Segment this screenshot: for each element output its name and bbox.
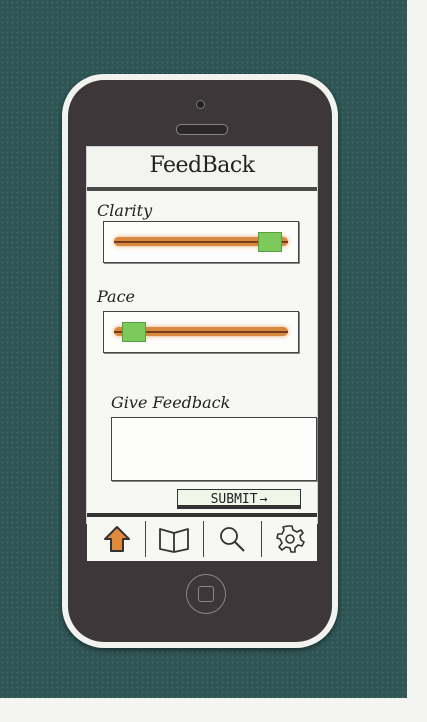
pace-label: Pace: [97, 287, 136, 306]
submit-button[interactable]: SUBMIT →: [177, 489, 301, 509]
home-icon: [104, 526, 130, 552]
phone-screen: FeedBack Clarity Pace Give Feedback SUBM…: [86, 146, 318, 561]
home-button-square: [198, 586, 214, 602]
title-bar: FeedBack: [87, 147, 317, 191]
pace-slider[interactable]: [103, 311, 299, 353]
clarity-slider[interactable]: [103, 221, 299, 263]
home-button[interactable]: [186, 574, 226, 614]
tab-bar: [87, 513, 317, 561]
camera-icon: [196, 100, 205, 109]
background-edge: [0, 698, 427, 722]
tab-home[interactable]: [89, 521, 145, 557]
clarity-label: Clarity: [97, 201, 153, 220]
page-title: FeedBack: [149, 153, 255, 178]
tab-settings[interactable]: [261, 521, 318, 557]
feedback-label: Give Feedback: [111, 393, 231, 412]
background-edge: [407, 0, 427, 722]
slider-thumb[interactable]: [121, 322, 146, 342]
slider-thumb[interactable]: [258, 232, 283, 252]
speaker-grille: [176, 124, 228, 135]
gear-icon: [276, 525, 305, 553]
tab-search[interactable]: [203, 521, 260, 557]
arrow-right-icon: →: [259, 492, 268, 507]
tab-book[interactable]: [145, 521, 202, 557]
submit-label: SUBMIT: [210, 492, 258, 507]
search-icon: [220, 527, 245, 552]
feedback-input[interactable]: [111, 417, 317, 481]
book-icon: [159, 528, 189, 553]
